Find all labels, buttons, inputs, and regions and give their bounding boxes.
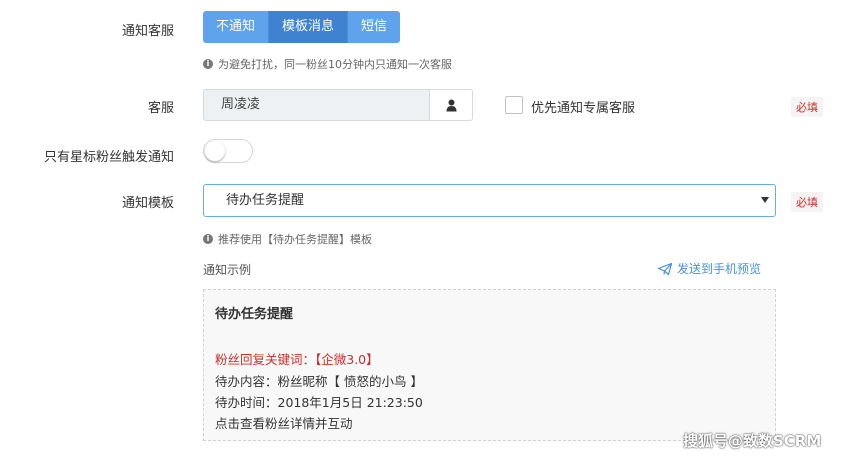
template-select-value: 待办任务提醒 bbox=[226, 193, 305, 208]
notification-settings-page: 通知客服 不通知 模板消息 短信 i 为避免打扰，同一粉丝10分钟内只通知一次客… bbox=[0, 0, 857, 459]
notify-cs-segmented-control: 不通知 模板消息 短信 bbox=[203, 11, 401, 43]
template-required-badge: 必填 bbox=[791, 192, 823, 212]
template-hint: i 推荐使用【待办任务提醒】模板 bbox=[203, 231, 372, 247]
notify-cs-hint-text: 为避免打扰，同一粉丝10分钟内只通知一次客服 bbox=[218, 58, 452, 71]
paper-plane-icon bbox=[658, 262, 672, 275]
cs-required-badge: 必填 bbox=[791, 97, 823, 117]
preview-heading: 待办任务提醒 bbox=[215, 307, 294, 322]
star-only-label: 只有星标粉丝触发通知 bbox=[43, 150, 174, 165]
user-icon bbox=[446, 99, 456, 111]
cs-select-button[interactable] bbox=[429, 89, 473, 121]
cs-name-field[interactable]: 周凌凌 bbox=[203, 89, 429, 121]
notify-cs-hint: i 为避免打扰，同一粉丝10分钟内只通知一次客服 bbox=[203, 56, 452, 72]
priority-cs-checkbox-label: 优先通知专属客服 bbox=[531, 101, 636, 116]
preview-box: 待办任务提醒 粉丝回复关键词：【企微3.0】 待办内容：粉丝昵称【 愤怒的小鸟 … bbox=[203, 289, 776, 441]
priority-cs-checkbox[interactable] bbox=[505, 96, 523, 114]
watermark: 搜狐号@致数SCRM bbox=[683, 432, 822, 450]
preview-title: 通知示例 bbox=[203, 263, 252, 277]
option-no-notify-button[interactable]: 不通知 bbox=[203, 11, 270, 43]
option-template-message-button[interactable]: 模板消息 bbox=[269, 11, 349, 43]
preview-action-line: 点击查看粉丝详情并互动 bbox=[215, 416, 353, 431]
template-label: 通知模板 bbox=[121, 196, 174, 211]
preview-time-line: 待办时间：2018年1月5日 21:23:50 bbox=[215, 395, 423, 410]
preview-content-line: 待办内容：粉丝昵称【 愤怒的小鸟 】 bbox=[215, 374, 423, 389]
preview-keyword-line: 粉丝回复关键词：【企微3.0】 bbox=[215, 352, 379, 367]
send-to-phone-label: 发送到手机预览 bbox=[677, 262, 762, 276]
toggle-knob bbox=[205, 141, 225, 161]
option-sms-button[interactable]: 短信 bbox=[348, 11, 401, 43]
info-icon: i bbox=[203, 234, 213, 244]
info-icon: i bbox=[203, 59, 213, 69]
template-select[interactable]: 待办任务提醒 bbox=[203, 184, 776, 217]
template-hint-text: 推荐使用【待办任务提醒】模板 bbox=[218, 233, 372, 246]
cs-label: 客服 bbox=[147, 101, 174, 116]
star-only-toggle[interactable] bbox=[203, 139, 253, 163]
caret-down-icon bbox=[761, 197, 769, 203]
notify-cs-label: 通知客服 bbox=[121, 24, 174, 39]
send-to-phone-link[interactable]: 发送到手机预览 bbox=[658, 260, 761, 277]
